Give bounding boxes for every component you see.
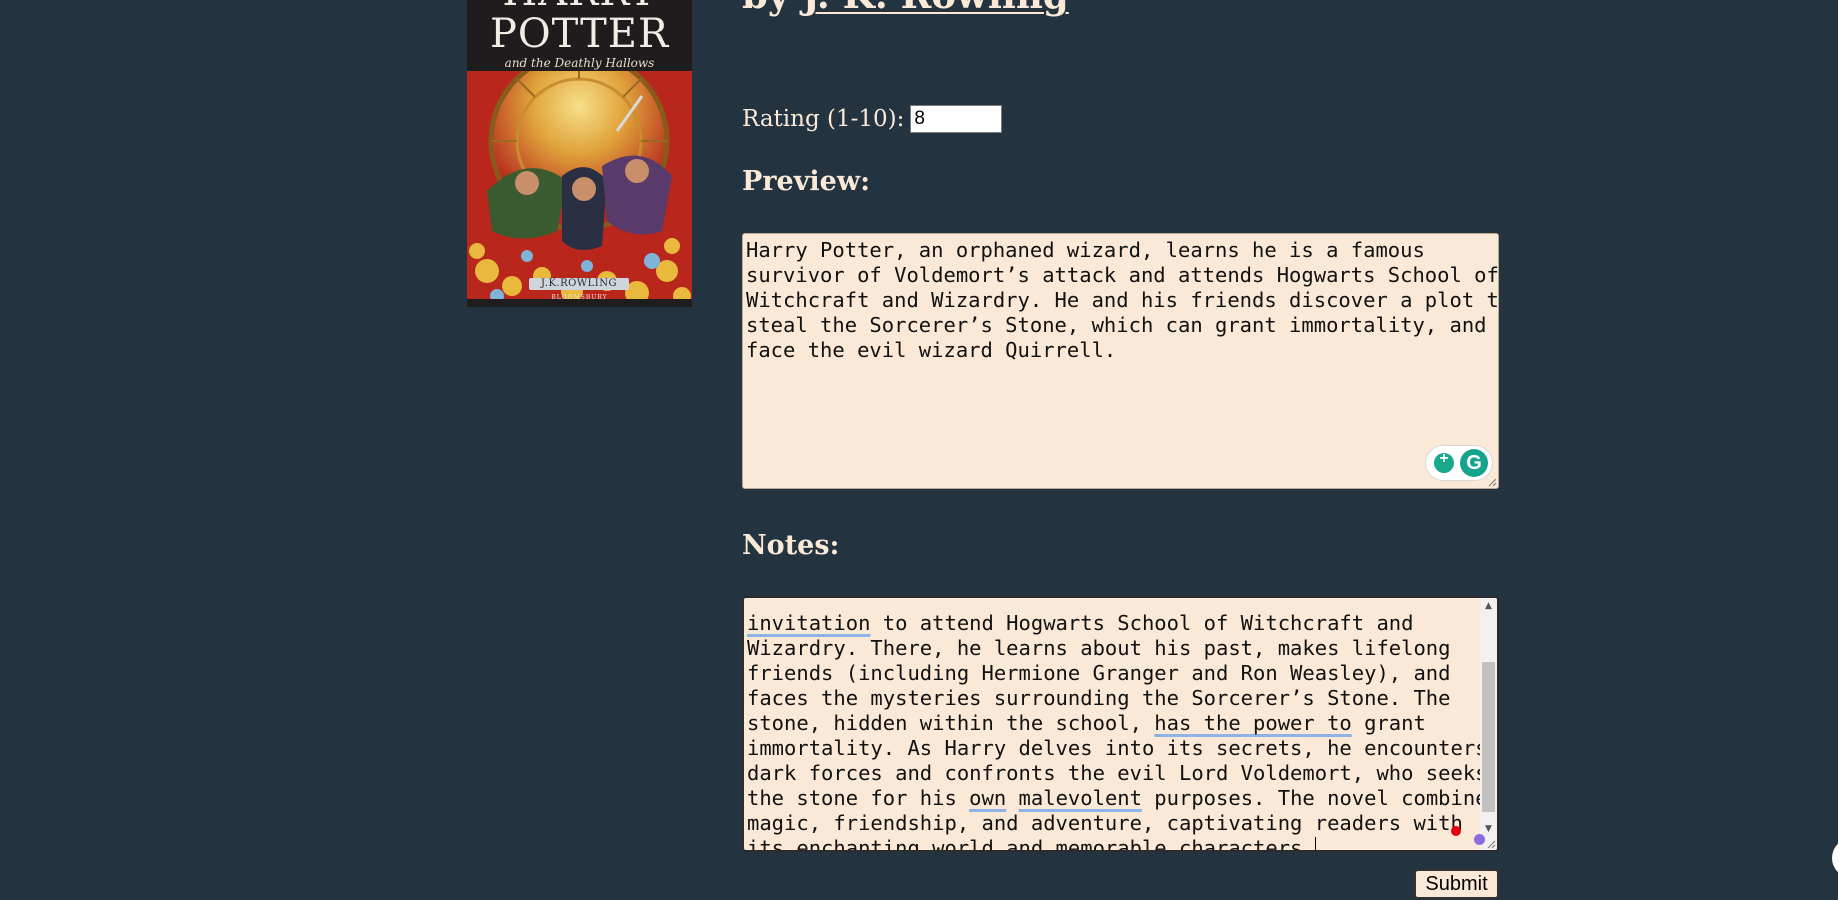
notes-line: dark forces and confronts the evil Lord … (747, 761, 1488, 785)
notes-line: immortality. As Harry delves into its se… (747, 736, 1488, 760)
book-page: HARRY POTTER and the Deathly Hallows (0, 0, 1838, 900)
notes-flagged-word[interactable]: invitation (747, 611, 870, 635)
cover-artwork (467, 71, 692, 307)
rating-label: Rating (1-10): (742, 106, 905, 132)
scroll-thumb[interactable] (1482, 662, 1495, 812)
notes-text-span (1006, 786, 1018, 810)
notes-textarea[interactable]: invitation to attend Hogwarts School of … (742, 596, 1499, 852)
cover-title-band: HARRY POTTER and the Deathly Hallows (467, 0, 692, 71)
rating-input[interactable] (910, 105, 1003, 133)
notes-line: friends (including Hermione Granger and … (747, 661, 1451, 685)
author-link[interactable]: J. K. Rowling (802, 0, 1068, 17)
cover-title-line2: POTTER (489, 11, 670, 57)
notes-flagged-word[interactable]: malevolent (1019, 786, 1142, 810)
floating-widget-icon[interactable] (1832, 838, 1838, 878)
notes-line: stone, hidden within the school, has the… (747, 711, 1477, 736)
text-cursor (1314, 837, 1316, 850)
preview-textarea[interactable]: Harry Potter, an orphaned wizard, learns… (742, 233, 1499, 489)
notes-flagged-word[interactable]: own (969, 786, 1006, 810)
resize-handle-icon[interactable] (1487, 477, 1497, 487)
preview-line: steal the Sorcerer’s Stone, which can gr… (746, 313, 1487, 337)
author-prefix: by (742, 0, 802, 17)
notes-scrollbar[interactable]: ▲ ▼ (1480, 598, 1497, 850)
rating-row: Rating (1-10): (742, 103, 1003, 135)
preview-line: face the evil wizard Quirrell. (746, 338, 1117, 362)
notes-line: Wizardry. There, he learns about his pas… (747, 636, 1451, 660)
error-indicator-icon[interactable] (1451, 826, 1461, 836)
notes-text: invitation to attend Hogwarts School of … (747, 598, 1497, 852)
preview-line: Witchcraft and Wizardry. He and his frie… (746, 288, 1499, 312)
cover-subtitle: and the Deathly Hallows (504, 56, 655, 70)
notes-text-span: grant (1351, 711, 1426, 735)
notes-text-span: its enchanting world and memorable chara… (747, 836, 1315, 852)
notes-line: faces the mysteries surrounding the Sorc… (747, 686, 1451, 710)
cover-illustration (467, 71, 692, 307)
submit-button[interactable]: Submit (1414, 869, 1499, 899)
assistant-indicator-icon[interactable] (1474, 834, 1485, 845)
cover-author-plate: J.K.ROWLING (529, 278, 629, 290)
grammarly-logo-icon[interactable]: G (1460, 449, 1488, 477)
cover-publisher: BLOOMSBURY (551, 294, 608, 301)
book-cover-image: HARRY POTTER and the Deathly Hallows (467, 0, 692, 307)
notes-line: its enchanting world and memorable chara… (747, 836, 1477, 852)
notes-line: the stone for his own malevolent purpose… (747, 786, 1497, 811)
grammarly-widget[interactable]: G (1426, 446, 1492, 480)
preview-line: survivor of Voldemort’s attack and atten… (746, 263, 1499, 287)
preview-text: Harry Potter, an orphaned wizard, learns… (746, 238, 1499, 363)
notes-line: magic, friendship, and adventure, captiv… (747, 811, 1463, 835)
grammarly-suggestion-icon[interactable] (1434, 450, 1454, 473)
notes-heading: Notes: (742, 530, 840, 561)
notes-text-span: the stone for his (747, 786, 970, 810)
notes-text-span: to attend Hogwarts School of Witchcraft … (870, 611, 1414, 635)
notes-text-span: purposes. The novel combines (1141, 786, 1499, 810)
notes-flagged-phrase[interactable]: has the power to (1154, 711, 1351, 735)
notes-line: invitation to attend Hogwarts School of … (747, 611, 1477, 636)
scroll-up-arrow-icon[interactable]: ▲ (1480, 598, 1497, 615)
preview-heading: Preview: (742, 166, 871, 197)
notes-text-span: stone, hidden within the school, (747, 711, 1155, 735)
resize-handle-icon[interactable] (1486, 839, 1496, 849)
preview-line: Harry Potter, an orphaned wizard, learns… (746, 238, 1425, 262)
book-author-heading: by J. K. Rowling (742, 0, 1069, 17)
